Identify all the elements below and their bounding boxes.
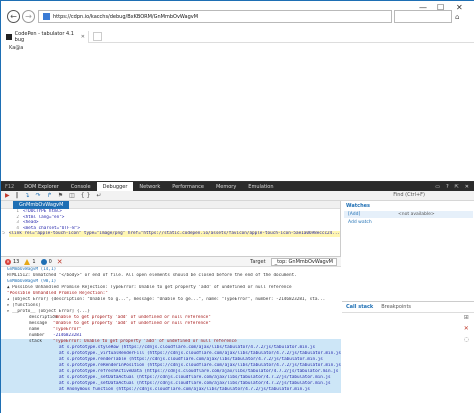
warning-count: 1 (32, 258, 36, 265)
page-text: Ka@a (9, 45, 24, 51)
navigation-bar: ← → https://cdpn.io/kacchs/debug/BxKBORM… (1, 1, 474, 31)
break-icon[interactable]: ‖ (16, 192, 19, 199)
target-label: Target (250, 258, 266, 265)
forward-button[interactable]: → (22, 10, 35, 23)
find-field[interactable]: Find (Ctrl+F) (393, 192, 425, 198)
watch-value: <not available> (398, 212, 435, 217)
tab-emulation[interactable]: Emulation (242, 182, 279, 191)
step-into-icon[interactable]: ↴ (25, 192, 30, 199)
url-text: https://cdpn.io/kacchs/debug/BxKBORM/GnM… (53, 13, 199, 20)
help-icon[interactable]: ? (446, 184, 449, 190)
watch-row[interactable]: [Add] <not available> (344, 211, 473, 218)
arrow-right-icon: → (25, 12, 32, 21)
watches-pane: Watches [Add] <not available> Add watch (342, 201, 474, 301)
codepen-icon (6, 34, 12, 40)
step-out-icon[interactable]: ↱ (47, 192, 52, 199)
code-line: 5 <link rel="apple-touch-icon" type="imag… (2, 231, 340, 237)
minimize-icon[interactable]: — (419, 3, 427, 12)
watches-title: Watches (346, 203, 370, 209)
pretty-print-icon[interactable]: { } (81, 192, 91, 199)
error-icon: ✕ (5, 258, 11, 265)
new-worker-icon[interactable]: ◫ (69, 192, 75, 199)
info-icon (40, 258, 47, 265)
callstack-tools: ⊞ ✕ ◌ (464, 314, 469, 343)
step-over-icon[interactable]: ↷ (36, 192, 41, 199)
back-button[interactable]: ← (7, 10, 20, 23)
exception-icon[interactable]: ⚑ (58, 192, 63, 199)
tab-title: CodePen - tabulator 4.1 bug (14, 31, 74, 43)
console-pane: ✕ 13 1 0 ✕ Target _top: GnMmbOvWagvM GnM… (1, 256, 341, 415)
disable-breakpoints-icon[interactable]: ◌ (464, 336, 469, 343)
close-window-icon[interactable]: ✕ (456, 3, 463, 12)
delete-breakpoints-icon[interactable]: ✕ (464, 325, 469, 332)
add-watch-link[interactable]: Add watch (342, 218, 474, 227)
tab-breakpoints[interactable]: Breakpoints (381, 304, 411, 310)
devtools-tab-bar: F12 DOM Explorer Console Debugger Networ… (1, 182, 474, 191)
warning-icon (24, 258, 31, 265)
console-toolbar: ✕ 13 1 0 ✕ Target _top: GnMmbOvWagvM (1, 257, 341, 267)
arrow-left-icon: ← (10, 12, 17, 21)
warning-filter[interactable]: 1 (24, 258, 36, 265)
console-line[interactable]: ▴ [object Error] {description: "Unable t… (1, 297, 341, 303)
tab-performance[interactable]: Performance (166, 182, 210, 191)
close-tab-icon[interactable]: ✕ (81, 34, 85, 40)
tab-debugger[interactable]: Debugger (96, 182, 134, 191)
target-select[interactable]: _top: GnMmbOvWagvM (270, 257, 337, 266)
maximize-icon[interactable]: ☐ (437, 3, 444, 12)
tab-console[interactable]: Console (65, 182, 97, 191)
browser-tab[interactable]: CodePen - tabulator 4.1 bug ✕ (1, 31, 89, 43)
tab-dom-explorer[interactable]: DOM Explorer (18, 182, 65, 191)
page-content: Ka@a (1, 43, 474, 181)
info-filter[interactable]: 0 (40, 258, 52, 265)
clear-console-icon[interactable]: ✕ (57, 258, 63, 266)
close-devtools-icon[interactable]: ✕ (465, 184, 469, 190)
toggle-breakpoints-icon[interactable]: ⊞ (464, 314, 469, 321)
home-icon[interactable]: ⌂ (455, 13, 459, 21)
word-wrap-icon[interactable]: ↵ (96, 192, 101, 199)
watch-key: [Add] (348, 212, 361, 217)
tab-call-stack[interactable]: Call stack (346, 304, 373, 310)
address-bar[interactable]: https://cdpn.io/kacchs/debug/BxKBORM/GnM… (38, 10, 392, 23)
error-filter[interactable]: ✕ 13 (5, 258, 20, 265)
new-tab-button[interactable] (93, 32, 102, 41)
site-favicon-icon (43, 13, 50, 20)
debugger-toolbar: ▶ ‖ ↴ ↷ ↱ ⚑ ◫ { } ↵ Find (Ctrl+F) (1, 191, 474, 201)
dock-icon[interactable]: ▭ (435, 184, 440, 190)
info-count: 0 (48, 258, 52, 265)
undock-icon[interactable]: ⇱ (455, 184, 459, 190)
tab-strip: CodePen - tabulator 4.1 bug ✕ (1, 31, 474, 43)
stack-line[interactable]: at Anonymous function (https://cdnjs.clo… (1, 387, 341, 393)
callstack-pane: Call stack Breakpoints ⊞ ✕ ◌ (342, 301, 474, 415)
file-tab-active[interactable]: GnMmbOvWagvM (13, 200, 70, 209)
source-pane: GnMmbOvWagvM 1 <!DOCTYPE html> 2 <html lan… (1, 200, 341, 256)
f12-label: F12 (5, 183, 15, 190)
developer-tools: F12 DOM Explorer Console Debugger Networ… (1, 181, 474, 415)
continue-icon[interactable]: ▶ (5, 192, 10, 199)
file-tabs: GnMmbOvWagvM (1, 200, 340, 209)
error-count: 13 (13, 258, 20, 265)
tab-network[interactable]: Network (133, 182, 166, 191)
callstack-tabs: Call stack Breakpoints (342, 302, 474, 313)
browser-window: ← → https://cdpn.io/kacchs/debug/BxKBORM… (0, 0, 474, 415)
tab-memory[interactable]: Memory (210, 182, 242, 191)
